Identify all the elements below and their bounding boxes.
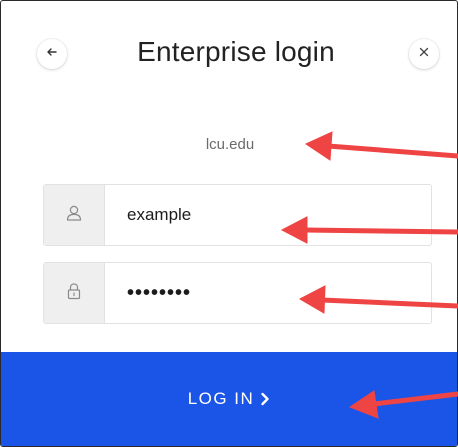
login-button-label: LOG IN [187, 389, 255, 408]
password-icon-box [44, 263, 105, 323]
username-field[interactable]: example [43, 184, 432, 246]
password-field[interactable]: •••••••• [43, 262, 432, 324]
arrow-left-icon [46, 45, 58, 63]
login-button[interactable]: LOG IN [1, 352, 457, 446]
lock-icon [66, 282, 82, 305]
close-icon [418, 45, 430, 63]
username-input[interactable]: example [105, 185, 431, 245]
username-icon-box [44, 185, 105, 245]
enterprise-domain: lcu.edu [205, 136, 255, 153]
user-icon [65, 204, 83, 227]
login-dialog: Enterprise login lcu.edu example •••••••… [0, 0, 458, 447]
password-input[interactable]: •••••••• [105, 263, 431, 323]
dialog-title: Enterprise login [137, 36, 335, 67]
chevron-right-icon [260, 392, 270, 406]
back-button[interactable] [37, 39, 67, 69]
dialog-header: Enterprise login [1, 1, 457, 111]
close-button[interactable] [409, 39, 439, 69]
